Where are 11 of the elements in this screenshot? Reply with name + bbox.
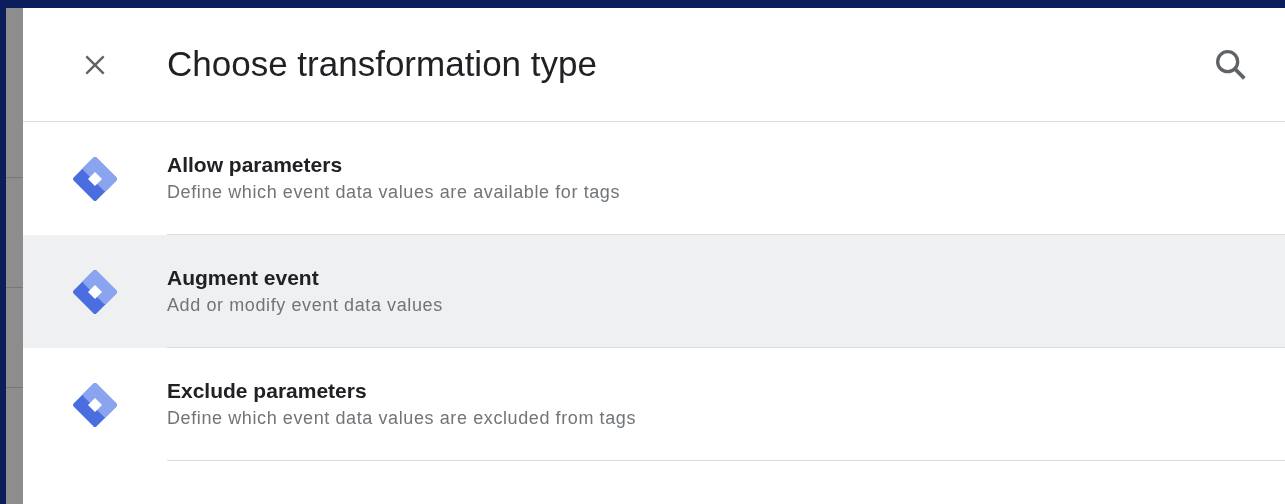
dialog-title: Choose transformation type	[167, 43, 598, 86]
option-title: Augment event	[167, 265, 320, 291]
option-description: Add or modify event data values	[167, 294, 444, 317]
diamond-icon	[72, 268, 118, 315]
diamond-icon	[72, 381, 118, 428]
option-title: Allow parameters	[167, 152, 344, 178]
option-title: Exclude parameters	[167, 378, 368, 404]
option-description: Define which event data values are excluded from tags	[167, 407, 638, 430]
option-description: Define which event data values are available for tags	[167, 181, 622, 204]
diamond-icon	[72, 155, 118, 202]
transformation-option[interactable]: Augment event Add or modify event data values	[23, 235, 1285, 348]
